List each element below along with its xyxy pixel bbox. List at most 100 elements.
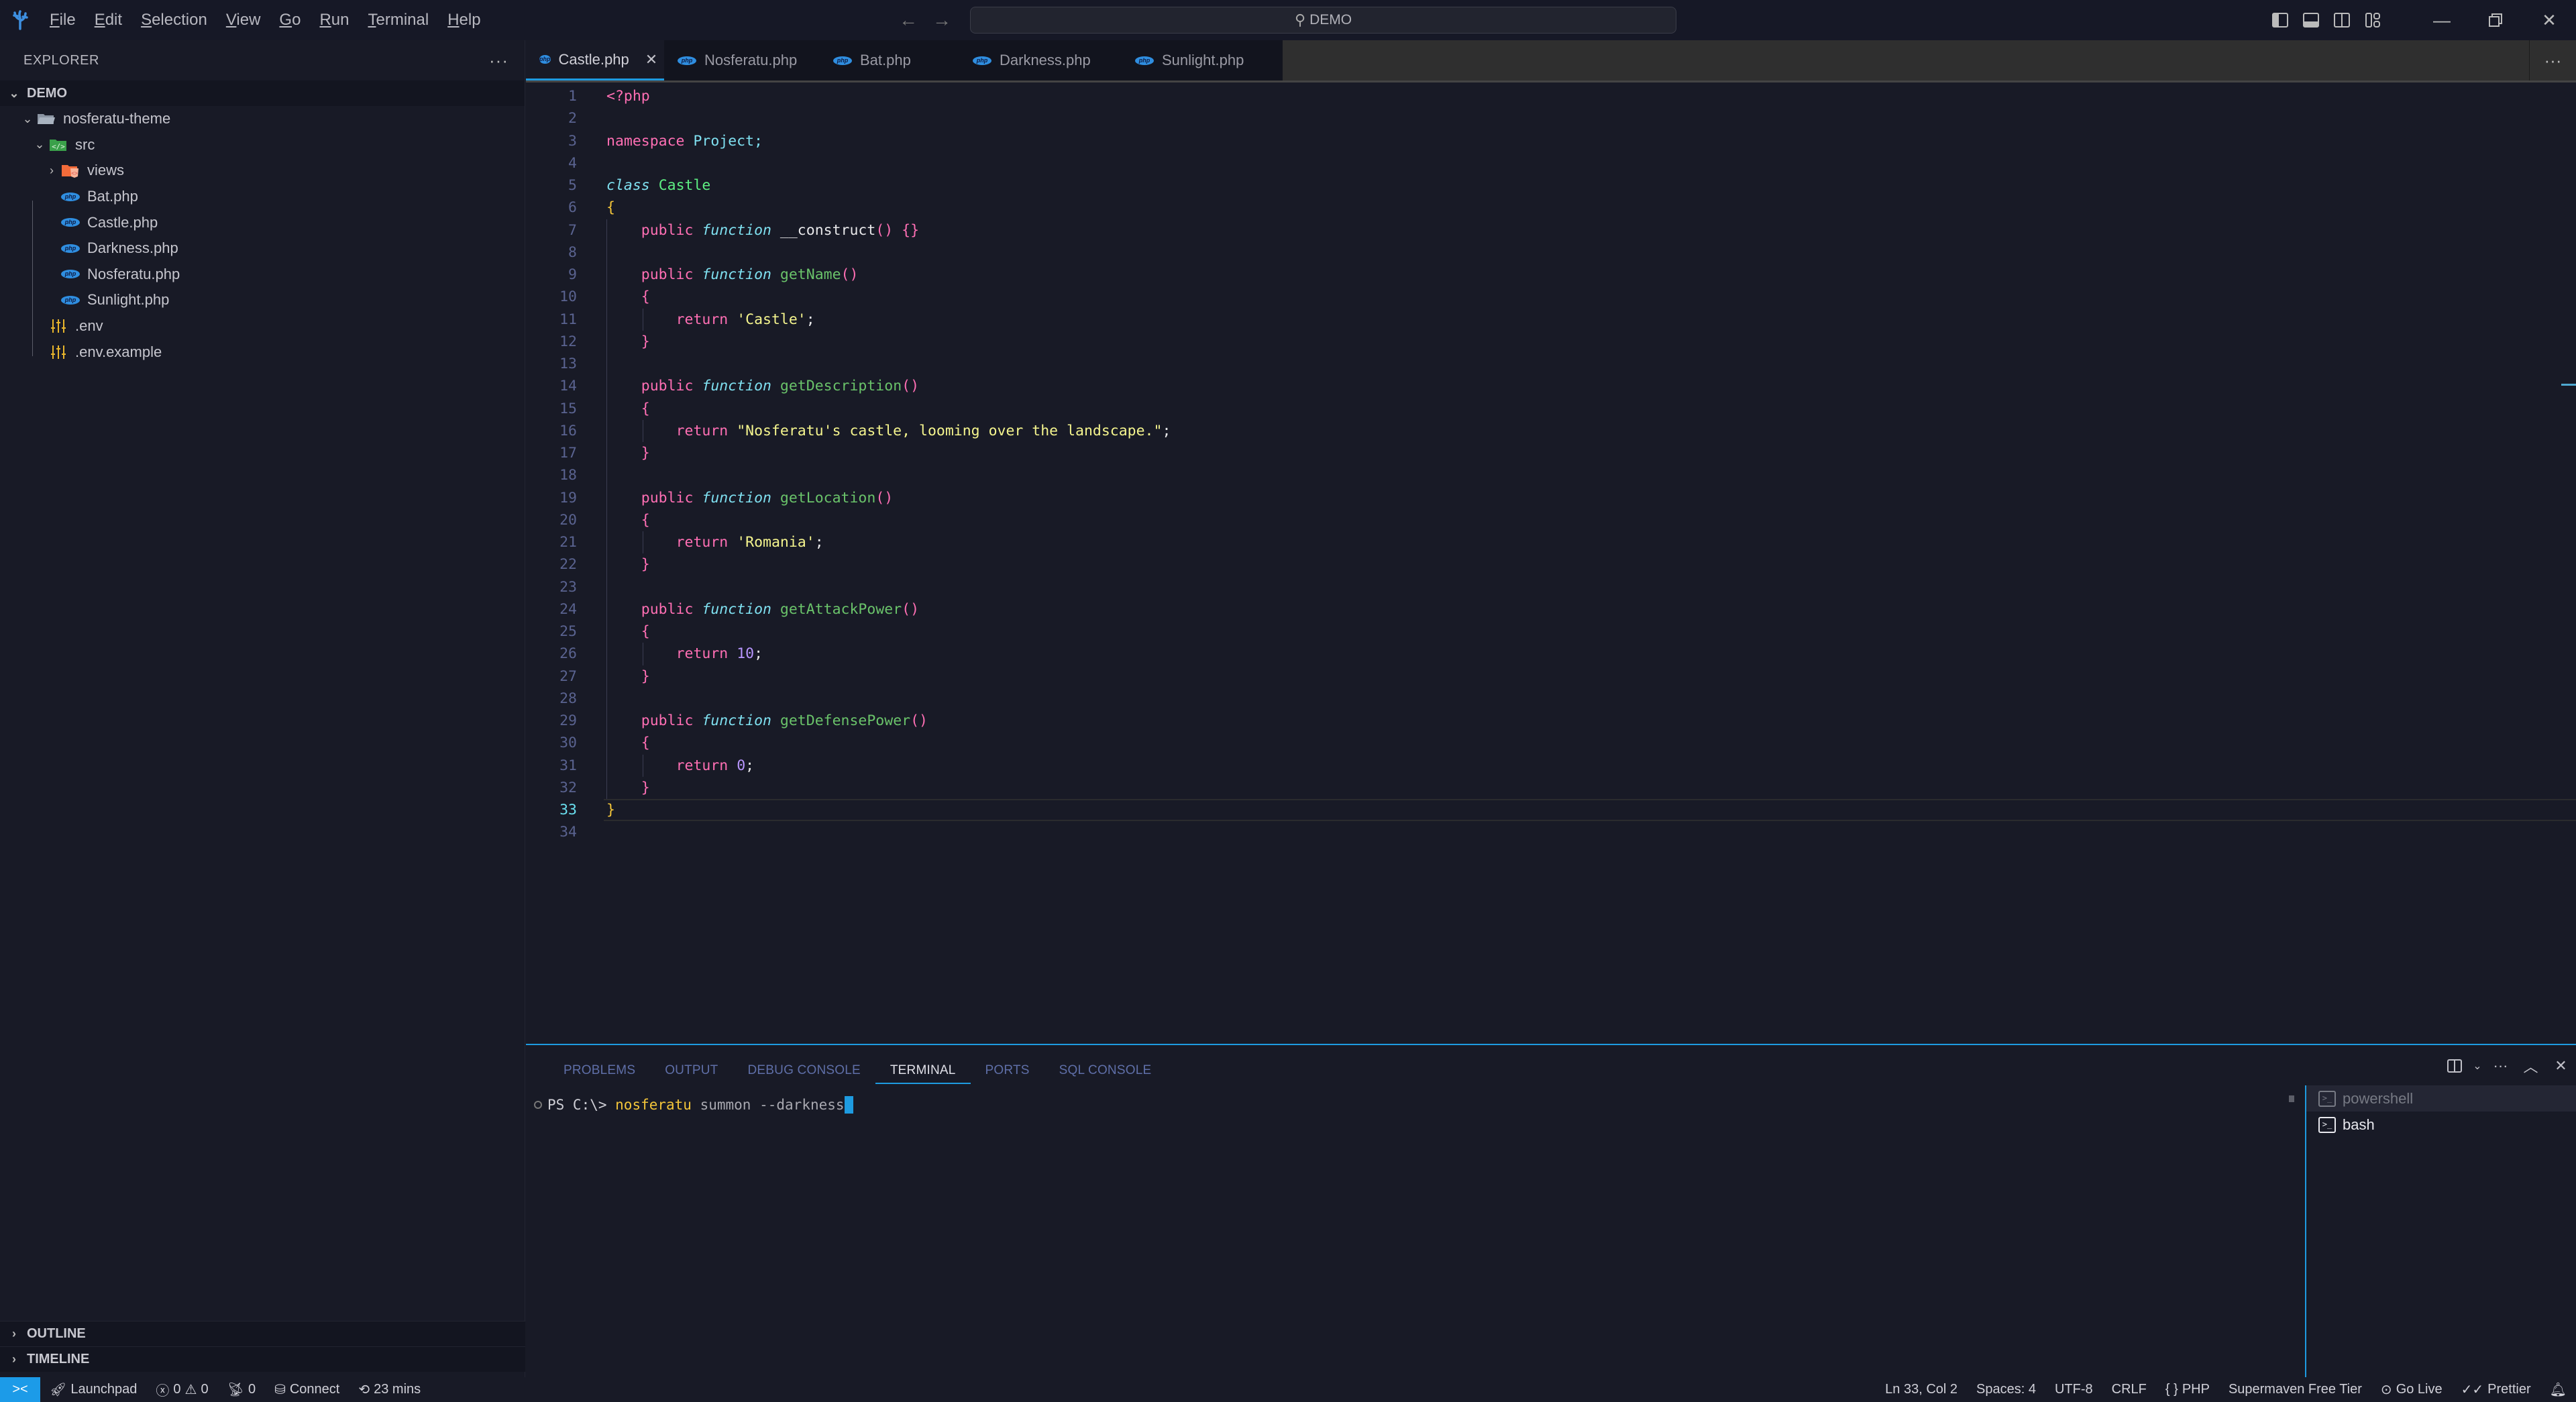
panel-tab-terminal[interactable]: TERMINAL xyxy=(875,1057,971,1084)
line-ending[interactable]: CRLF xyxy=(2102,1377,2156,1402)
problems-status[interactable]: ⓧ 0 ⚠ 0 xyxy=(146,1377,217,1402)
more-actions-icon[interactable]: ··· xyxy=(489,50,508,71)
panel-tab-ports[interactable]: PORTS xyxy=(971,1057,1044,1084)
tab-sunlight[interactable]: php Sunlight.php xyxy=(1122,40,1283,80)
launchpad-status[interactable]: 🚀︎ Launchpad xyxy=(40,1377,146,1402)
token: function xyxy=(702,712,771,729)
code-line: 11 return 'Castle'; xyxy=(526,309,2576,331)
code-text: public function getDefensePower() xyxy=(606,710,928,732)
toggle-primary-sidebar-button[interactable] xyxy=(2265,0,2296,40)
token: ; xyxy=(1162,422,1171,439)
tree-item-castle-php[interactable]: php Castle.php xyxy=(0,209,525,235)
launch-profile-dropdown[interactable]: ⌄ xyxy=(2469,1055,2485,1077)
language-mode[interactable]: { } PHP xyxy=(2156,1377,2219,1402)
panel-tab-problems[interactable]: PROBLEMS xyxy=(549,1057,650,1084)
tab-nosferatu[interactable]: php Nosferatu.php xyxy=(664,40,820,80)
split-terminal-button[interactable] xyxy=(2439,1055,2469,1077)
tree-item-sunlight-php[interactable]: php Sunlight.php xyxy=(0,287,525,313)
terminal-output[interactable]: PS C:\> nosferatu summon --darkness xyxy=(534,1096,853,1114)
token: class xyxy=(606,177,650,194)
tab-darkness[interactable]: php Darkness.php xyxy=(959,40,1122,80)
menu-view[interactable]: View xyxy=(217,0,270,40)
code-editor[interactable]: 1 <?php 2 3 namespace Project; 4 5 class Castle… xyxy=(526,83,2576,1044)
time-tracker-status[interactable]: ⟲ 23 mins xyxy=(349,1377,430,1402)
tree-item-darkness-php[interactable]: php Darkness.php xyxy=(0,235,525,262)
tree-item-nosferatu-php[interactable]: php Nosferatu.php xyxy=(0,262,525,288)
notifications-button[interactable]: 🔔︎ xyxy=(2540,1377,2576,1402)
tree-item--env-example[interactable]: .env.example xyxy=(0,339,525,365)
customize-layout-button[interactable] xyxy=(2357,0,2388,40)
app-logo-icon xyxy=(0,0,40,40)
remote-indicator-button[interactable]: >< xyxy=(0,1377,40,1402)
svg-text:</>: </> xyxy=(52,142,65,151)
tree-item-label: Castle.php xyxy=(87,213,158,231)
menu-edit[interactable]: Edit xyxy=(85,0,131,40)
panel-tab-output[interactable]: OUTPUT xyxy=(650,1057,733,1084)
prettier-status[interactable]: ✓✓ Prettier xyxy=(2452,1377,2540,1402)
code-line: 17 } xyxy=(526,442,2576,464)
menu-file[interactable]: File xyxy=(40,0,85,40)
token: { xyxy=(606,199,615,217)
menu-terminal[interactable]: Terminal xyxy=(358,0,438,40)
line-number: 32 xyxy=(559,779,577,796)
close-tab-icon[interactable]: ✕ xyxy=(645,51,657,68)
line-number: 30 xyxy=(559,735,577,752)
tree-item-views[interactable]: › <> views xyxy=(0,158,525,184)
supermaven-status[interactable]: Supermaven Free Tier xyxy=(2219,1377,2371,1402)
tab-bat[interactable]: php Bat.php xyxy=(820,40,959,80)
token: public xyxy=(641,221,694,239)
menu-help[interactable]: Help xyxy=(438,0,490,40)
menu-label-rest: iew xyxy=(236,11,261,29)
php-badge: php xyxy=(61,270,80,279)
menu-go[interactable]: Go xyxy=(270,0,310,40)
panel-more-button[interactable]: ··· xyxy=(2485,1055,2516,1077)
cursor-position-label: Ln 33, Col 2 xyxy=(1885,1382,1958,1397)
bottom-panel: PROBLEMS OUTPUT DEBUG CONSOLE TERMINAL PORTS… xyxy=(526,1044,2576,1379)
database-connect-status[interactable]: ⛁ Connect xyxy=(265,1377,349,1402)
go-live-button[interactable]: ⊙ Go Live xyxy=(2371,1377,2452,1402)
terminal-instance-bash[interactable]: >_ bash xyxy=(2306,1112,2576,1138)
code-text: } xyxy=(606,777,650,799)
tab-castle[interactable]: php Castle.php ✕ xyxy=(526,40,664,80)
back-arrow-icon[interactable]: ← xyxy=(899,9,918,31)
minimize-button[interactable]: — xyxy=(2415,0,2469,40)
code-text: } xyxy=(606,331,650,353)
code-line: 16 return "Nosferatu's castle, looming o… xyxy=(526,420,2576,442)
tree-item-nosferatu-theme[interactable]: ⌄ nosferatu-theme xyxy=(0,106,525,132)
panel-tab-sql-console[interactable]: SQL CONSOLE xyxy=(1044,1057,1167,1084)
token: <?php xyxy=(606,88,650,105)
outline-section-header[interactable]: › OUTLINE xyxy=(0,1321,525,1346)
restore-button[interactable] xyxy=(2469,0,2522,40)
double-check-icon: ✓✓ xyxy=(2461,1383,2484,1397)
code-text: namespace Project; xyxy=(606,130,763,152)
menu-run[interactable]: Run xyxy=(310,0,358,40)
code-text: return 10; xyxy=(606,643,763,665)
command-center-search[interactable]: ⚲ DEMO xyxy=(970,7,1676,34)
php-badge: php xyxy=(61,218,80,227)
menu-label-rest: ile xyxy=(59,11,76,29)
menu-label-rest: dit xyxy=(105,11,123,29)
panel-tab-debug-console[interactable]: DEBUG CONSOLE xyxy=(733,1057,875,1084)
tree-item-src[interactable]: ⌄ </> src xyxy=(0,132,525,158)
menu-selection[interactable]: Selection xyxy=(131,0,217,40)
workspace-section-header[interactable]: ⌄ DEMO xyxy=(0,80,525,106)
ports-status[interactable]: 📡︎ 0 xyxy=(218,1377,266,1402)
editor-more-actions-button[interactable]: ··· xyxy=(2529,40,2576,80)
tree-item--env[interactable]: .env xyxy=(0,313,525,339)
toggle-secondary-sidebar-button[interactable] xyxy=(2326,0,2357,40)
close-window-button[interactable]: ✕ xyxy=(2522,0,2576,40)
tree-item-bat-php[interactable]: php Bat.php xyxy=(0,184,525,210)
forward-arrow-icon[interactable]: → xyxy=(932,9,951,31)
close-panel-button[interactable]: ✕ xyxy=(2546,1055,2576,1077)
terminal-instance-powershell[interactable]: >_ powershell xyxy=(2306,1085,2576,1112)
encoding[interactable]: UTF-8 xyxy=(2045,1377,2102,1402)
maximize-panel-button[interactable]: ︿ xyxy=(2516,1055,2546,1077)
cursor-position[interactable]: Ln 33, Col 2 xyxy=(1876,1377,1967,1402)
timeline-section-header[interactable]: › TIMELINE xyxy=(0,1346,525,1372)
indentation[interactable]: Spaces: 4 xyxy=(1967,1377,2045,1402)
toggle-panel-button[interactable] xyxy=(2296,0,2326,40)
